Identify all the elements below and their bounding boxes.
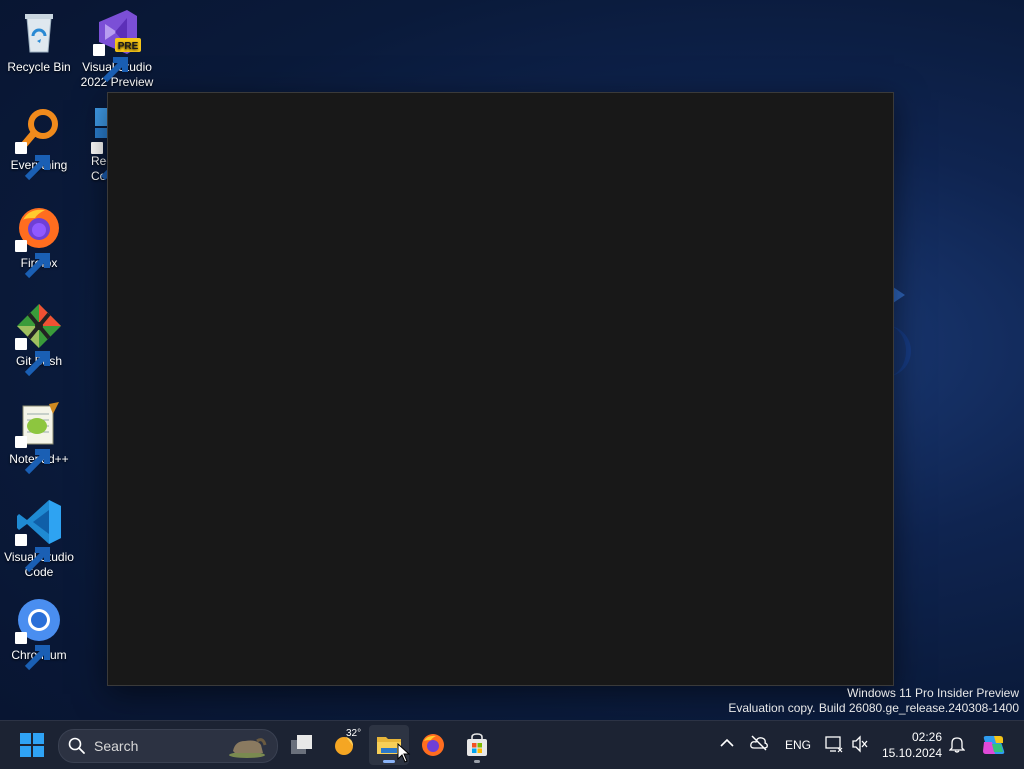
desktop-icon-git-bash[interactable]: Git Bash — [0, 302, 79, 377]
clock-time: 02:26 — [911, 730, 942, 744]
volume-muted-icon[interactable] — [851, 735, 869, 753]
windows-watermark: Windows 11 Pro Insider Preview Evaluatio… — [728, 686, 1019, 716]
desktop-icon-partially-hidden[interactable]: Rec Co — [91, 106, 107, 184]
desktop-icon-label: Recycle Bin — [7, 60, 71, 74]
chromium-icon — [15, 596, 63, 671]
task-view-button[interactable] — [282, 725, 322, 765]
microsoft-store-icon — [467, 733, 487, 756]
taskbar: Search 32° ENG 02:26 15.10.2024 — [0, 720, 1024, 769]
desktop: Recycle Bin PRE Visual Studio 2022 Previ… — [0, 0, 1024, 720]
desktop-icon-everything[interactable]: Everything — [0, 106, 79, 181]
shortcut-arrow-icon — [15, 632, 50, 671]
recycle-bin-icon — [15, 8, 63, 56]
visual-studio-preview-icon: PRE — [93, 8, 141, 83]
desktop-icon-vscode[interactable]: Visual Studio Code — [0, 498, 79, 580]
shortcut-arrow-icon — [15, 534, 50, 573]
desktop-icon-recycle-bin[interactable]: Recycle Bin — [0, 8, 79, 75]
copilot-icon[interactable] — [980, 732, 1006, 758]
weather-temperature: 32° — [346, 728, 362, 739]
shortcut-arrow-icon — [15, 240, 50, 279]
git-bash-icon — [15, 302, 63, 377]
desktop-icon-firefox[interactable]: Firefox — [0, 204, 79, 279]
everything-search-icon — [15, 106, 63, 181]
weather-widget-button[interactable]: 32° — [325, 725, 365, 765]
shortcut-arrow-icon — [15, 142, 50, 181]
vscode-icon — [15, 498, 63, 573]
firefox-icon — [15, 204, 63, 279]
watermark-build: Evaluation copy. Build 26080.ge_release.… — [728, 701, 1019, 715]
shortcut-arrow-icon — [91, 142, 107, 181]
firefox-icon — [422, 734, 444, 756]
system-clock[interactable]: 02:26 15.10.2024 — [876, 729, 942, 761]
partially-hidden-app-icon — [91, 106, 107, 181]
desktop-icon-chromium[interactable]: Chromium — [0, 596, 79, 671]
notepadpp-icon — [15, 400, 63, 475]
task-view-icon — [291, 735, 312, 754]
taskbar-file-explorer[interactable] — [369, 725, 411, 765]
taskbar-firefox[interactable] — [413, 725, 453, 765]
shortcut-arrow-icon — [15, 338, 50, 377]
notification-bell-icon[interactable] — [949, 735, 965, 753]
mouse-cursor-icon — [397, 743, 411, 763]
shortcut-arrow-icon — [15, 436, 50, 475]
start-button[interactable] — [12, 725, 52, 765]
desktop-icon-visual-studio-preview[interactable]: PRE Visual Studio 2022 Preview — [77, 8, 157, 90]
wallpaper-decoration — [893, 287, 905, 303]
network-icon[interactable] — [825, 735, 843, 753]
search-highlight-icon — [229, 738, 267, 758]
clock-date: 15.10.2024 — [881, 746, 942, 760]
shortcut-arrow-icon — [93, 44, 128, 83]
blank-app-window[interactable] — [107, 92, 894, 686]
running-indicator — [383, 760, 395, 763]
desktop-icon-notepadpp[interactable]: Notepad++ — [0, 400, 79, 475]
taskbar-search-box[interactable]: Search — [58, 729, 278, 763]
taskbar-microsoft-store[interactable] — [457, 725, 497, 765]
windows-start-icon — [20, 733, 44, 757]
chevron-up-icon[interactable] — [720, 738, 734, 748]
watermark-edition: Windows 11 Pro Insider Preview — [847, 686, 1019, 700]
search-icon — [68, 737, 85, 754]
search-placeholder: Search — [94, 738, 139, 754]
running-indicator — [474, 760, 480, 763]
onedrive-offline-icon[interactable] — [750, 735, 768, 751]
language-indicator[interactable]: ENG — [785, 738, 811, 752]
